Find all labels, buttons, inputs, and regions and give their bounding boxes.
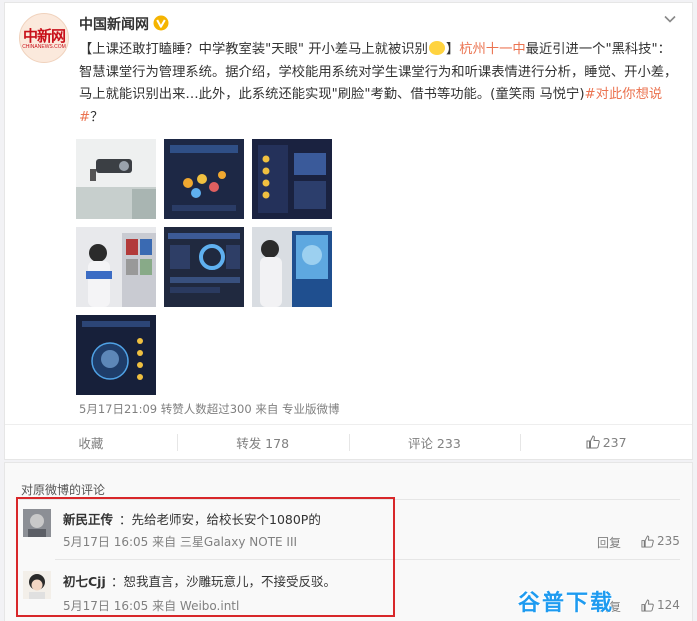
weibo-post-card: 中新网 CHINANEWS.COM 中国新闻网 【上课还敢打瞌睡？中学教室装"天…: [4, 2, 693, 460]
verified-badge-icon: [153, 15, 169, 31]
post-text: 【上课还敢打瞌睡？中学教室装"天眼" 开小差马上就被识别 】杭州十一中最近引进一个…: [79, 39, 679, 129]
post-action-bar: 收藏 转发 178 评论 233 237: [5, 424, 692, 459]
thumbs-up-icon: [641, 534, 654, 548]
author-name[interactable]: 中国新闻网: [79, 14, 149, 34]
post-meta: 5月17日21:09 转赞人数超过300 来自 专业版微博: [79, 402, 340, 416]
author-avatar[interactable]: 中新网 CHINANEWS.COM: [19, 13, 69, 63]
post-image-dashboard-2[interactable]: [252, 139, 332, 219]
chevron-down-icon[interactable]: [662, 11, 678, 27]
avatar-logo-subtext: CHINANEWS.COM: [22, 44, 66, 50]
post-image-dashboard-1[interactable]: [164, 139, 244, 219]
comments-title: 对原微博的评论: [21, 483, 106, 497]
comment-like-count: 235: [657, 534, 680, 548]
post-image-face-recognition[interactable]: [76, 315, 156, 395]
watermark-logo: 谷普下载: [518, 591, 615, 616]
thumbs-up-icon: [641, 598, 654, 612]
post-image-camera[interactable]: [76, 139, 156, 219]
post-text-part: 【上课还敢打瞌睡？中学教室装"天眼" 开小差马上就被识别: [79, 42, 428, 57]
avatar-logo-text: 中新网: [22, 27, 66, 45]
post-image-student-screen[interactable]: [252, 227, 332, 307]
comment-like-count: 124: [657, 598, 680, 612]
comment-label: 评论 233: [407, 435, 461, 451]
comment-button[interactable]: 评论 233: [348, 425, 521, 459]
post-image-dashboard-3[interactable]: [164, 227, 244, 307]
glasses-emoji-icon: [428, 41, 445, 55]
highlight-box: [16, 497, 395, 617]
post-text-part: 】: [445, 42, 460, 57]
comment-like-button[interactable]: 124: [641, 598, 680, 612]
favorite-label: 收藏: [78, 435, 104, 451]
reply-button[interactable]: 回复: [597, 534, 621, 551]
thumbs-up-icon: [586, 435, 600, 449]
repost-button[interactable]: 转发 178: [176, 425, 349, 459]
post-image-student-locker[interactable]: [76, 227, 156, 307]
comment-like-button[interactable]: 235: [641, 534, 680, 548]
favorite-button[interactable]: 收藏: [5, 425, 177, 459]
like-button[interactable]: 237: [520, 425, 692, 459]
location-link[interactable]: 杭州十一中: [459, 42, 525, 57]
post-text-part: ？: [90, 109, 104, 125]
repost-label: 转发 178: [236, 435, 290, 451]
like-count: 237: [602, 434, 627, 450]
